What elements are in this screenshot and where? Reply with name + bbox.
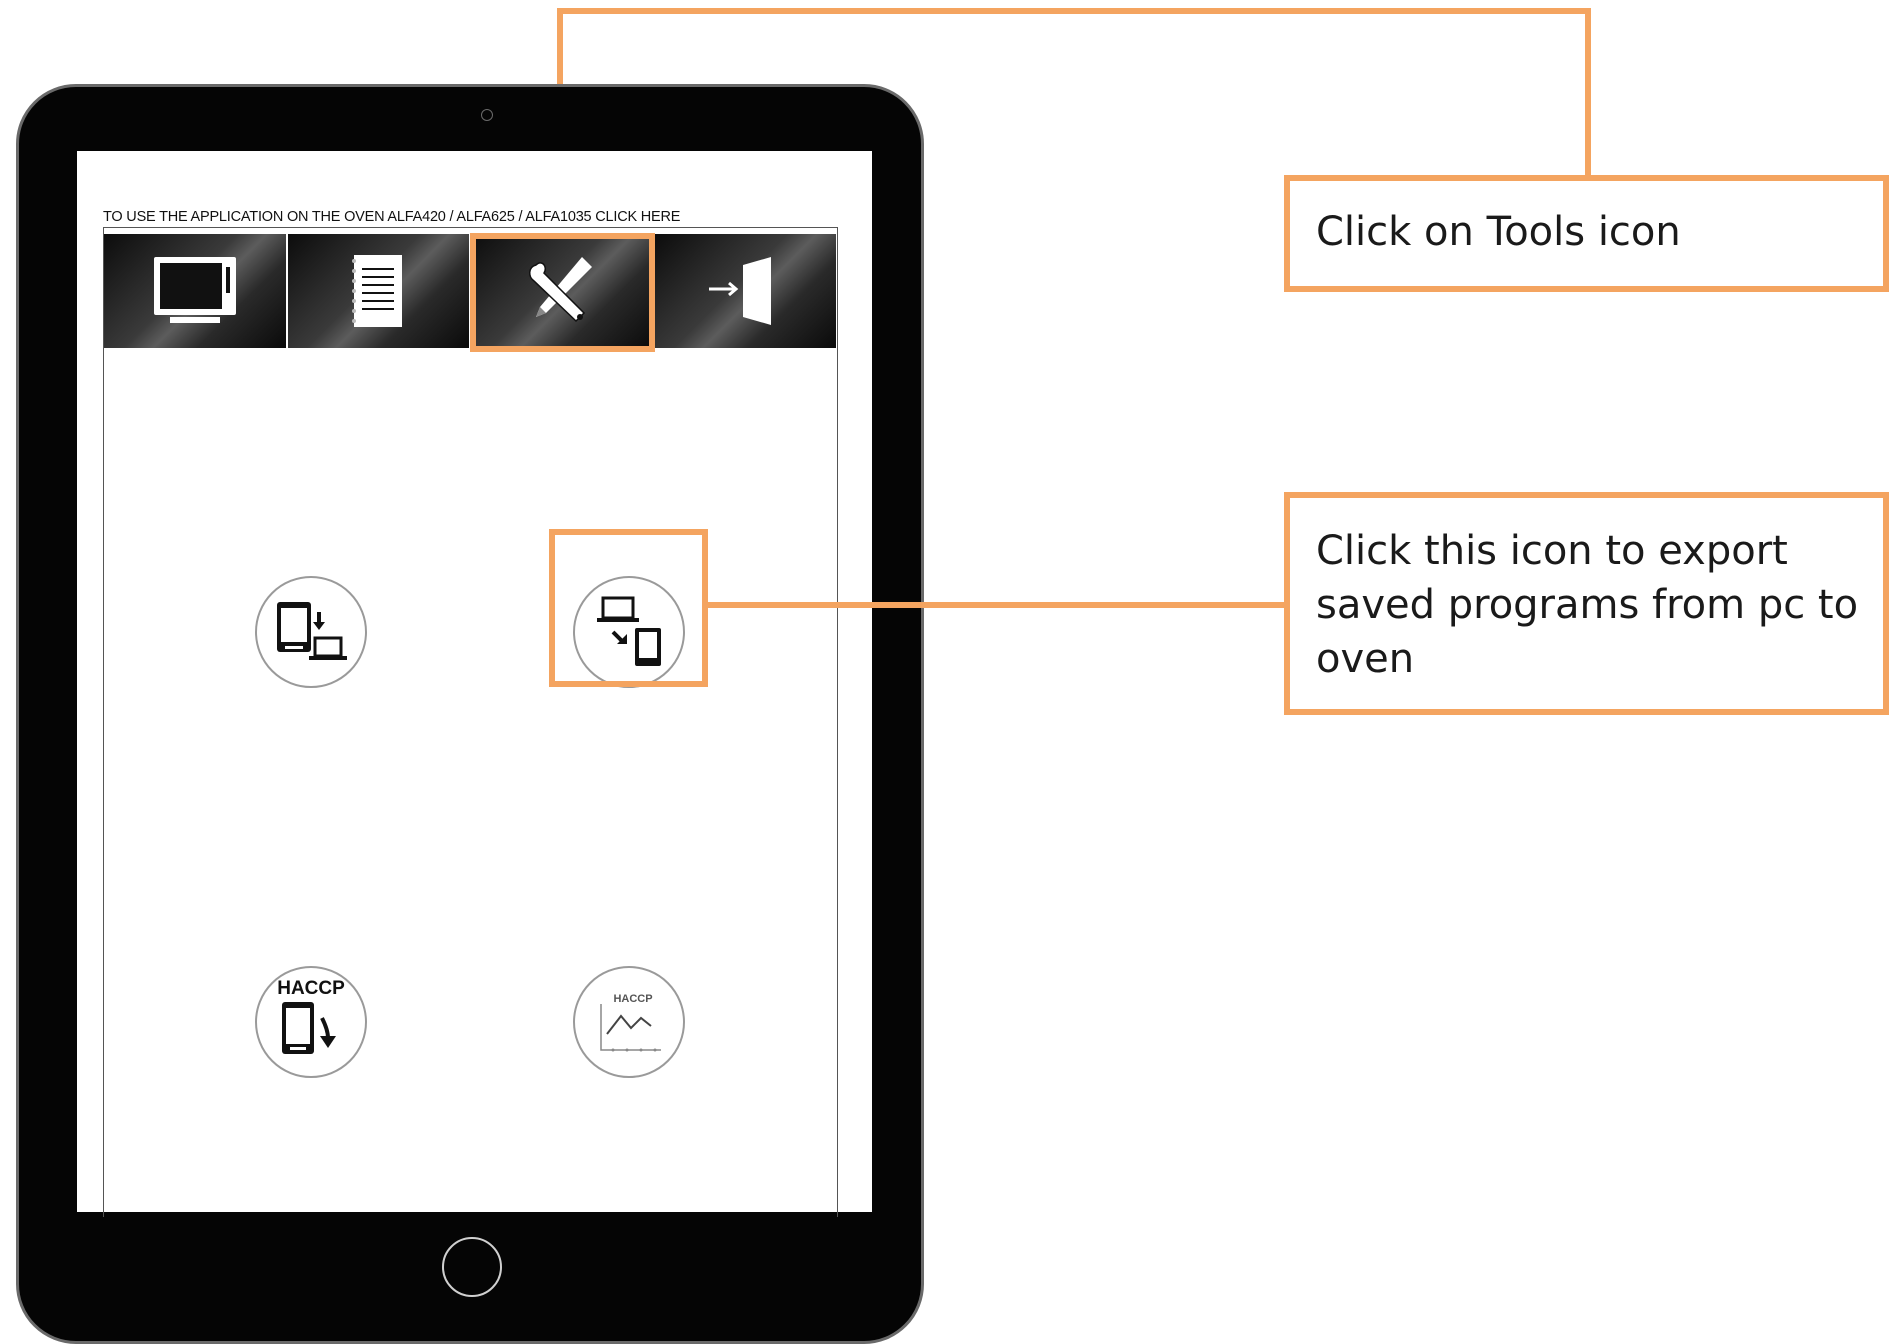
callout-tools-text: Click on Tools icon	[1316, 209, 1681, 255]
haccp-chart-button[interactable]: HACCP	[573, 966, 685, 1078]
notebook-icon	[352, 255, 403, 327]
oven-to-pc-export-icon	[277, 602, 347, 660]
tab-notebook[interactable]	[287, 234, 469, 348]
tools-icon-highlight	[470, 233, 655, 352]
callout-export: Click this icon to export saved programs…	[1284, 492, 1889, 715]
camera-icon	[481, 109, 493, 121]
haccp-download-icon: HACCP	[277, 978, 345, 1054]
tab-oven[interactable]	[104, 234, 286, 348]
oven-application-link[interactable]: TO USE THE APPLICATION ON THE OVEN ALFA4…	[103, 209, 680, 225]
haccp-chart-label: HACCP	[613, 993, 652, 1005]
oven-icon	[153, 257, 236, 323]
haccp-download-button[interactable]: HACCP	[255, 966, 367, 1078]
connector-line-tools-horizontal	[557, 8, 1591, 14]
connector-line-export	[706, 602, 1288, 608]
export-icon-highlight	[549, 529, 708, 687]
tab-logout[interactable]	[654, 234, 836, 348]
callout-tools: Click on Tools icon	[1284, 175, 1889, 292]
home-button[interactable]	[442, 1237, 502, 1297]
haccp-chart-icon: HACCP	[600, 993, 661, 1052]
callout-export-text: Click this icon to export saved programs…	[1316, 528, 1859, 682]
logout-door-icon	[709, 257, 772, 325]
export-oven-to-pc-button[interactable]	[255, 576, 367, 688]
connector-line-tools-vertical-right	[1585, 8, 1591, 180]
app-frame: HACCP HACCP	[103, 227, 838, 1217]
haccp-download-label: HACCP	[277, 978, 345, 999]
